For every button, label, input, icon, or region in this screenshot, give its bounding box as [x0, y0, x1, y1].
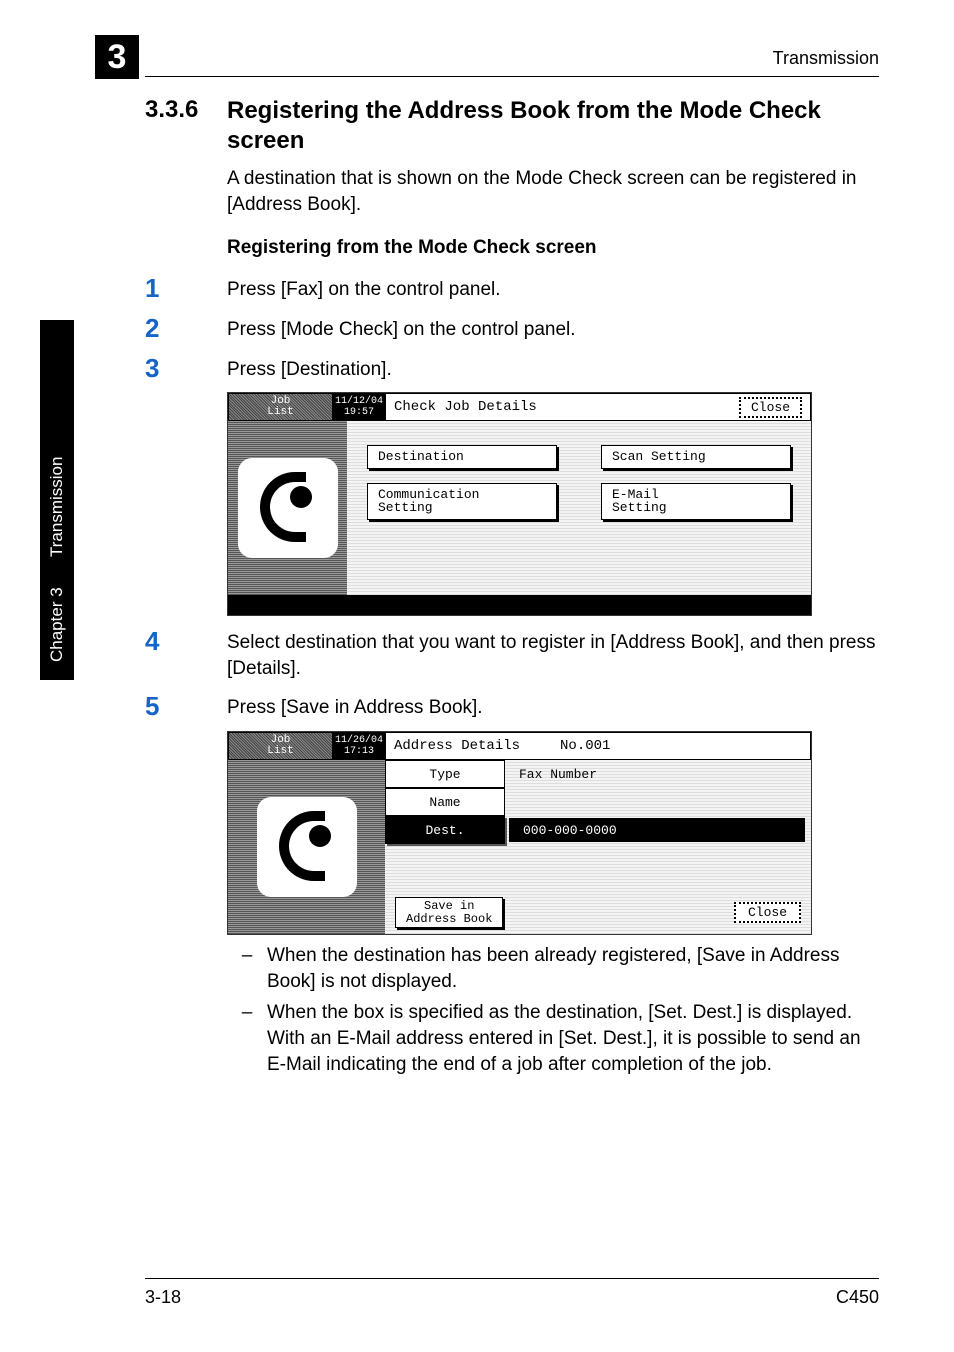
communication-setting-button[interactable]: Communication Setting: [367, 483, 557, 520]
lcd-title: Check Job Details: [394, 399, 537, 415]
lcd-address-details: Job List 11/26/04 17:13 Address Details …: [227, 731, 812, 935]
step-text-3: Press [Destination].: [227, 353, 392, 383]
footer-model: C450: [836, 1287, 879, 1308]
header-rule: [145, 76, 879, 77]
lcd-title: Address Details: [394, 738, 520, 754]
step-number-2: 2: [145, 313, 227, 343]
lcd-datetime: 11/12/04 19:57: [333, 393, 385, 421]
name-label-button[interactable]: Name: [385, 788, 505, 816]
section-number: 3.3.6: [145, 96, 227, 156]
side-tab: Chapter 3 Transmission: [40, 320, 74, 680]
lcd-footer-bar: [228, 595, 811, 615]
p-stamp-icon: [238, 458, 338, 558]
step-number-5: 5: [145, 691, 227, 721]
save-in-address-book-button[interactable]: Save in Address Book: [395, 897, 503, 928]
dest-value: 000-000-0000: [509, 818, 805, 842]
step-number-3: 3: [145, 353, 227, 383]
email-setting-button[interactable]: E-Mail Setting: [601, 483, 791, 520]
note-1: When the destination has been already re…: [267, 943, 879, 994]
lcd-datetime: 11/26/04 17:13: [333, 732, 385, 760]
step-text-5: Press [Save in Address Book].: [227, 691, 483, 721]
note-2: When the box is specified as the destina…: [267, 1000, 879, 1077]
job-list-tab[interactable]: Job List: [228, 732, 333, 760]
dash-bullet: –: [227, 1000, 267, 1077]
step-text-4: Select destination that you want to regi…: [227, 626, 879, 681]
type-label-button[interactable]: Type: [385, 760, 505, 788]
side-tab-chapter: Chapter 3: [47, 587, 67, 662]
p-stamp-icon: [257, 797, 357, 897]
type-value: Fax Number: [505, 760, 811, 788]
dest-label-button[interactable]: Dest.: [385, 816, 505, 844]
dash-bullet: –: [227, 943, 267, 994]
sub-heading: Registering from the Mode Check screen: [227, 237, 879, 259]
close-button[interactable]: Close: [739, 397, 802, 418]
lcd-title-number: No.001: [560, 738, 610, 754]
name-value: [505, 788, 811, 816]
running-head: Transmission: [773, 48, 879, 69]
step-text-1: Press [Fax] on the control panel.: [227, 273, 501, 303]
step-number-4: 4: [145, 626, 227, 681]
step-text-2: Press [Mode Check] on the control panel.: [227, 313, 576, 343]
section-title: Registering the Address Book from the Mo…: [227, 96, 879, 156]
lcd-side-icon-area: [228, 421, 347, 595]
footer-page-number: 3-18: [145, 1287, 181, 1308]
chapter-badge: 3: [95, 35, 139, 79]
job-list-tab[interactable]: Job List: [228, 393, 333, 421]
side-tab-title: Transmission: [47, 457, 67, 557]
lcd-side-icon-area: [228, 760, 385, 934]
intro-paragraph: A destination that is shown on the Mode …: [227, 166, 879, 217]
step-number-1: 1: [145, 273, 227, 303]
close-button[interactable]: Close: [734, 902, 801, 923]
destination-button[interactable]: Destination: [367, 445, 557, 469]
lcd-check-job-details: Job List 11/12/04 19:57 Check Job Detail…: [227, 392, 812, 616]
scan-setting-button[interactable]: Scan Setting: [601, 445, 791, 469]
